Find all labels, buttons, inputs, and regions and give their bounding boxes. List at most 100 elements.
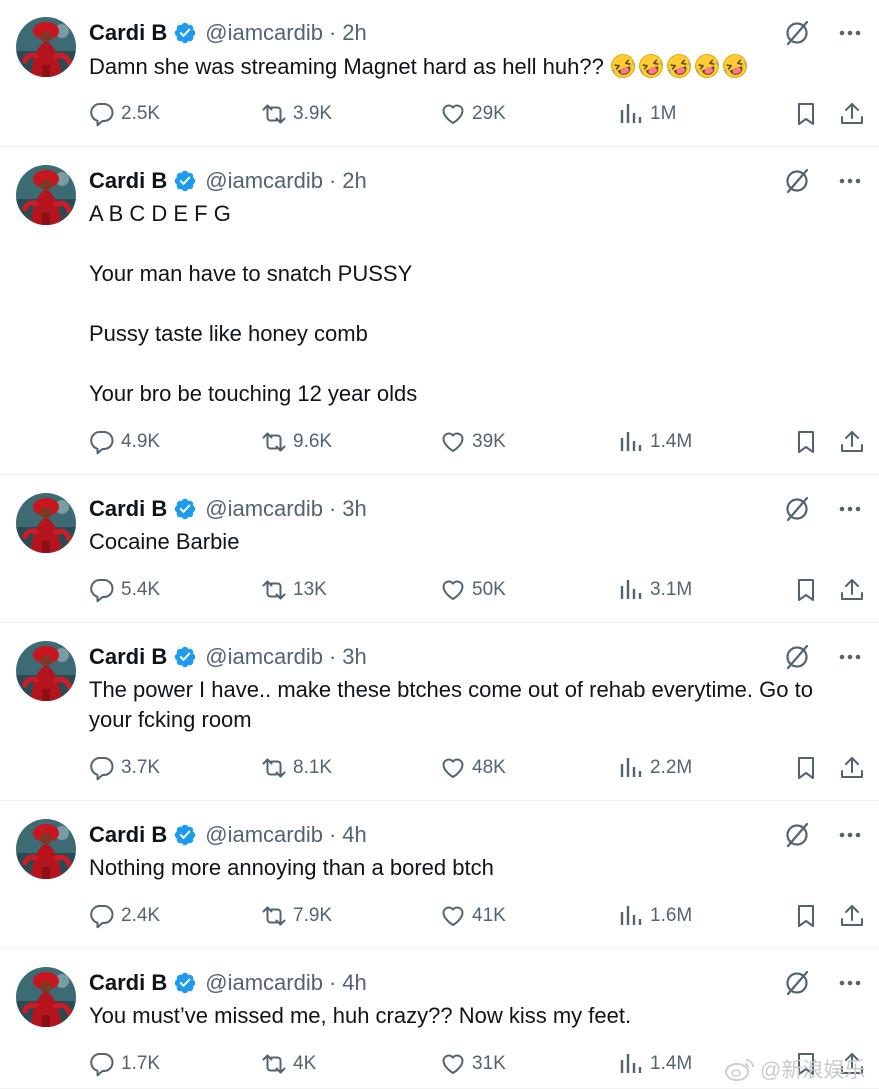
tweet-actions: 4.9K 9.6K 39K 1.4M <box>89 427 879 457</box>
author-handle[interactable]: @iamcardib <box>205 20 323 46</box>
grok-icon[interactable] <box>783 821 811 849</box>
tweet[interactable]: Cardi B @iamcardib · 3h The power I have.. m… <box>0 623 879 801</box>
bookmark-icon[interactable] <box>793 903 819 929</box>
views-button[interactable]: 1.4M <box>618 427 692 457</box>
tweet-header: Cardi B @iamcardib · 2h <box>89 18 367 48</box>
repost-button[interactable]: 4K <box>261 1049 316 1079</box>
avatar[interactable] <box>16 17 76 77</box>
reply-button[interactable]: 2.5K <box>89 99 160 129</box>
like-button[interactable]: 48K <box>440 753 506 783</box>
views-button[interactable]: 1.6M <box>618 901 692 931</box>
separator: · <box>328 822 337 847</box>
more-icon[interactable] <box>837 168 863 194</box>
reply-count: 4.9K <box>121 431 161 452</box>
tweet[interactable]: Cardi B @iamcardib · 2h A B C D E F G Your m… <box>0 147 879 475</box>
tweet-header: Cardi B @iamcardib · 2h <box>89 166 367 196</box>
repost-button[interactable]: 3.9K <box>261 99 332 129</box>
bookmark-icon[interactable] <box>793 577 819 603</box>
more-icon[interactable] <box>837 644 863 670</box>
share-icon[interactable] <box>839 101 865 127</box>
like-count: 39K <box>472 431 506 452</box>
tweet-actions: 3.7K 8.1K 48K 2.2M <box>89 753 879 783</box>
bookmark-icon[interactable] <box>793 429 819 455</box>
like-button[interactable]: 39K <box>440 427 506 457</box>
like-button[interactable]: 50K <box>440 575 506 605</box>
grok-icon[interactable] <box>783 167 811 195</box>
tweet-top-actions <box>783 820 863 850</box>
rolling-laughing-emoji-icon <box>638 53 664 79</box>
timestamp[interactable]: 4h <box>342 822 366 848</box>
views-icon <box>618 101 650 127</box>
author-name[interactable]: Cardi B <box>89 496 167 522</box>
author-handle[interactable]: @iamcardib <box>205 970 323 996</box>
like-button[interactable]: 41K <box>440 901 506 931</box>
more-icon[interactable] <box>837 496 863 522</box>
reply-button[interactable]: 3.7K <box>89 753 160 783</box>
tweet-text-content: Damn she was streaming Magnet hard as he… <box>89 54 610 79</box>
bookmark-icon[interactable] <box>793 755 819 781</box>
author-name[interactable]: Cardi B <box>89 970 167 996</box>
timestamp[interactable]: 3h <box>342 644 366 670</box>
avatar[interactable] <box>16 819 76 879</box>
author-handle[interactable]: @iamcardib <box>205 168 323 194</box>
share-icon[interactable] <box>839 755 865 781</box>
author-name[interactable]: Cardi B <box>89 20 167 46</box>
rolling-laughing-emoji-icon <box>694 53 720 79</box>
reply-button[interactable]: 2.4K <box>89 901 160 931</box>
repost-button[interactable]: 7.9K <box>261 901 332 931</box>
more-icon[interactable] <box>837 20 863 46</box>
timestamp[interactable]: 2h <box>342 168 366 194</box>
repost-button[interactable]: 13K <box>261 575 327 605</box>
reply-button[interactable]: 4.9K <box>89 427 160 457</box>
repost-button[interactable]: 9.6K <box>261 427 332 457</box>
views-count: 3.1M <box>650 579 693 600</box>
grok-icon[interactable] <box>783 19 811 47</box>
views-button[interactable]: 2.2M <box>618 753 692 783</box>
grok-icon[interactable] <box>783 495 811 523</box>
more-icon[interactable] <box>837 822 863 848</box>
avatar[interactable] <box>16 641 76 701</box>
grok-icon[interactable] <box>783 643 811 671</box>
author-name[interactable]: Cardi B <box>89 822 167 848</box>
tweet[interactable]: Cardi B @iamcardib · 2h Damn she was streami… <box>0 0 879 147</box>
tweet-text: A B C D E F G Your man have to snatch PU… <box>89 199 849 409</box>
author-name[interactable]: Cardi B <box>89 168 167 194</box>
tweet[interactable]: Cardi B @iamcardib · 4h Nothing more annoyin… <box>0 801 879 949</box>
tweet-top-actions <box>783 166 863 196</box>
views-icon <box>618 1051 650 1077</box>
share-icon[interactable] <box>839 903 865 929</box>
like-icon <box>440 1051 472 1077</box>
tweet[interactable]: Cardi B @iamcardib · 3h Cocaine Barbie 5.4K 13… <box>0 475 879 623</box>
views-button[interactable]: 1.4M <box>618 1049 692 1079</box>
grok-icon[interactable] <box>783 969 811 997</box>
like-icon <box>440 577 472 603</box>
timestamp[interactable]: 2h <box>342 20 366 46</box>
share-icon[interactable] <box>839 577 865 603</box>
like-button[interactable]: 29K <box>440 99 506 129</box>
views-count: 1.4M <box>650 431 693 452</box>
views-button[interactable]: 1M <box>618 99 676 129</box>
repost-button[interactable]: 8.1K <box>261 753 332 783</box>
tweet-actions: 2.5K 3.9K 29K 1M <box>89 99 879 129</box>
author-name[interactable]: Cardi B <box>89 644 167 670</box>
timestamp[interactable]: 3h <box>342 496 366 522</box>
reply-button[interactable]: 1.7K <box>89 1049 160 1079</box>
avatar[interactable] <box>16 493 76 553</box>
like-icon <box>440 429 472 455</box>
avatar[interactable] <box>16 165 76 225</box>
author-handle[interactable]: @iamcardib <box>205 644 323 670</box>
share-icon[interactable] <box>839 429 865 455</box>
like-button[interactable]: 31K <box>440 1049 506 1079</box>
timestamp[interactable]: 4h <box>342 970 366 996</box>
avatar[interactable] <box>16 967 76 1027</box>
views-button[interactable]: 3.1M <box>618 575 692 605</box>
repost-icon <box>261 1051 293 1077</box>
bookmark-icon[interactable] <box>793 101 819 127</box>
views-count: 1M <box>650 103 677 124</box>
author-handle[interactable]: @iamcardib <box>205 496 323 522</box>
repost-count: 9.6K <box>293 431 333 452</box>
reply-button[interactable]: 5.4K <box>89 575 160 605</box>
more-icon[interactable] <box>837 970 863 996</box>
author-handle[interactable]: @iamcardib <box>205 822 323 848</box>
tweet-text-content: A B C D E F G Your man have to snatch PU… <box>89 201 418 406</box>
